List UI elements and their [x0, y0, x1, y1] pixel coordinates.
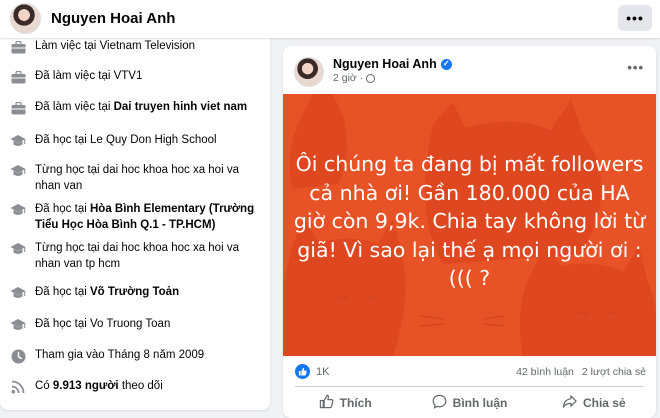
comment-button[interactable]: Bình luận — [407, 389, 531, 417]
intro-value[interactable]: Le Quy Don High School — [90, 134, 217, 146]
intro-label: Đã làm việc tại — [35, 70, 114, 82]
briefcase-icon — [10, 69, 26, 85]
intro-label: Có — [35, 380, 53, 392]
globe-icon — [366, 73, 376, 83]
intro-value[interactable]: Vietnam Television — [100, 40, 195, 52]
intro-panel: Làm việc tại Vietnam Television Đã làm v… — [0, 30, 270, 410]
share-label: Chia sẻ — [582, 396, 626, 410]
verified-badge-icon: ✓ — [440, 58, 452, 70]
more-options-button[interactable]: ••• — [618, 5, 652, 31]
clock-icon — [10, 348, 26, 364]
thumbs-up-icon — [319, 394, 334, 412]
share-button[interactable]: Chia sẻ — [532, 389, 656, 417]
intro-value[interactable]: Vo Truong Toan — [90, 318, 170, 330]
share-count[interactable]: 2 lượt chia sẻ — [582, 366, 646, 378]
post-timestamp[interactable]: 2 giờ — [333, 72, 357, 84]
reaction-count[interactable]: 1K — [316, 366, 329, 378]
intro-label: Từng học tại — [35, 242, 103, 254]
profile-header-bar: Nguyen Hoai Anh ••• — [0, 0, 660, 38]
intro-label: Đã học tại — [35, 203, 90, 215]
graduation-cap-icon — [10, 241, 26, 257]
intro-value[interactable]: VTV1 — [114, 70, 143, 82]
intro-label: Đã học tại — [35, 318, 90, 330]
intro-label: Tham gia vào Tháng 8 năm 2009 — [35, 349, 205, 361]
rss-icon — [10, 379, 26, 395]
briefcase-icon — [10, 39, 26, 55]
avatar[interactable] — [294, 57, 324, 87]
post-author-name[interactable]: Nguyen Hoai Anh — [333, 57, 437, 71]
graduation-cap-icon — [10, 202, 26, 218]
avatar[interactable] — [10, 3, 41, 34]
intro-label: Từng học tại — [35, 164, 103, 176]
graduation-cap-icon — [10, 133, 26, 149]
post-action-bar: Thích Bình luận Chia sẻ — [283, 389, 656, 417]
like-reaction-icon — [295, 364, 310, 379]
post-card: Nguyen Hoai Anh ✓ 2 giờ · ••• Ôi chúng t… — [283, 46, 656, 418]
intro-suffix: theo dõi — [118, 380, 163, 392]
divider — [295, 386, 644, 387]
graduation-cap-icon — [10, 163, 26, 179]
post-text-background[interactable]: Ôi chúng ta đang bị mất followers cả nhà… — [283, 94, 656, 356]
graduation-cap-icon — [10, 285, 26, 301]
briefcase-icon — [10, 100, 26, 116]
intro-link[interactable]: Dai truyen hinh viet nam — [114, 101, 248, 113]
meta-separator: · — [359, 72, 364, 84]
post-more-options-button[interactable]: ••• — [627, 60, 644, 75]
intro-label: Làm việc tại — [35, 40, 100, 52]
comment-icon — [432, 394, 447, 412]
intro-label: Đã học tại — [35, 286, 90, 298]
followers-count-link[interactable]: 9.913 người — [53, 380, 119, 392]
intro-label: Đã học tại — [35, 134, 90, 146]
graduation-cap-icon — [10, 317, 26, 333]
profile-name[interactable]: Nguyen Hoai Anh — [51, 10, 175, 27]
like-button[interactable]: Thích — [283, 389, 407, 417]
like-label: Thích — [339, 396, 372, 410]
share-icon — [562, 394, 577, 412]
comment-label: Bình luận — [452, 396, 508, 410]
intro-link[interactable]: Võ Trường Toản — [90, 286, 179, 298]
comment-count[interactable]: 42 bình luận — [516, 366, 574, 378]
post-status-text: Ôi chúng ta đang bị mất followers cả nhà… — [293, 152, 646, 290]
intro-label: Đã làm việc tại — [35, 101, 114, 113]
